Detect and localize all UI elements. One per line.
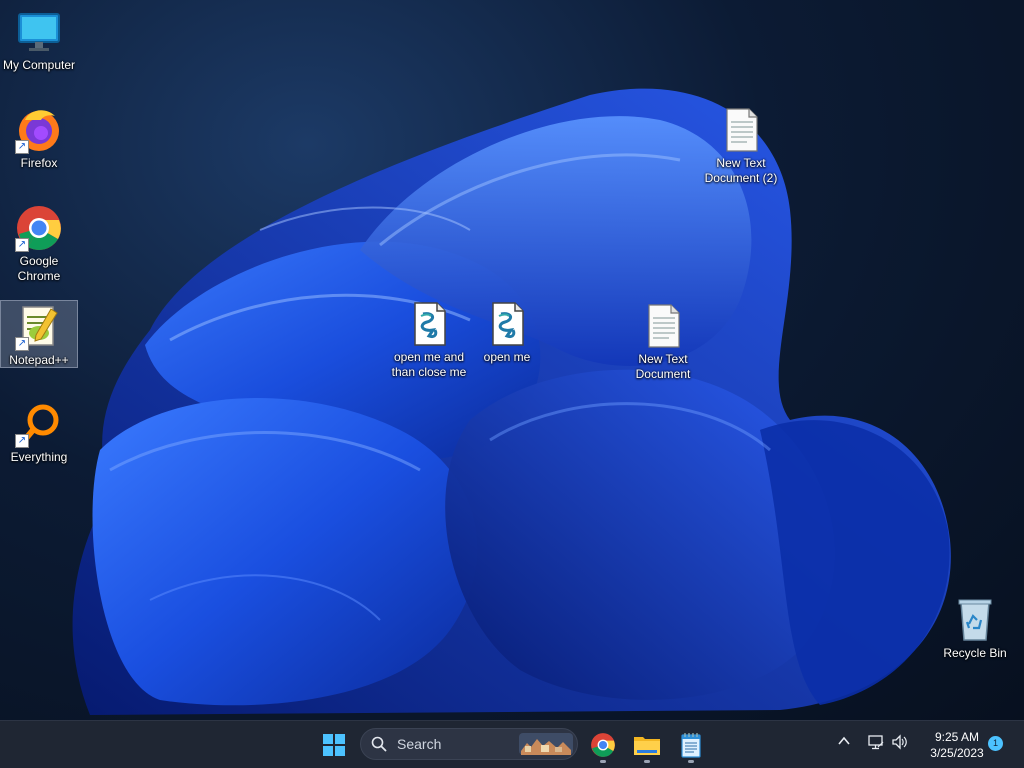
network-icon bbox=[868, 735, 884, 750]
desktop-icon-notepad-plus-plus[interactable]: ↗ Notepad++ bbox=[0, 300, 78, 368]
desktop-icon-recycle-bin[interactable]: Recycle Bin bbox=[936, 594, 1014, 663]
script-file-icon bbox=[405, 300, 453, 348]
notification-badge[interactable]: 1 bbox=[988, 736, 1003, 751]
everything-search-icon: ↗ bbox=[15, 400, 63, 448]
desktop-icon-label: Recycle Bin bbox=[943, 646, 1007, 660]
running-indicator bbox=[644, 760, 650, 763]
network-button[interactable] bbox=[867, 733, 885, 756]
desktop-icon-label: Google Chrome bbox=[17, 254, 61, 283]
desktop-icon-everything[interactable]: ↗ Everything bbox=[0, 398, 78, 467]
taskbar-clock[interactable]: 9:25 AM 3/25/2023 bbox=[920, 729, 994, 761]
show-hidden-icons-button[interactable] bbox=[836, 733, 852, 754]
file-explorer-icon bbox=[634, 737, 660, 755]
desktop-icon-label: open me and than close me bbox=[391, 350, 467, 379]
shortcut-arrow-icon: ↗ bbox=[15, 337, 29, 351]
script-file-icon bbox=[483, 300, 531, 348]
start-icon bbox=[323, 734, 345, 756]
taskbar-file-explorer-button[interactable] bbox=[629, 727, 665, 763]
desktop-icon-new-text-document[interactable]: New Text Document bbox=[624, 300, 702, 384]
text-file-icon bbox=[717, 106, 765, 154]
running-indicator bbox=[688, 760, 694, 763]
desktop-icon-label: Everything bbox=[10, 450, 68, 464]
desktop-icon-new-text-document-2[interactable]: New Text Document (2) bbox=[700, 104, 782, 188]
desktop-icon-label: open me bbox=[483, 350, 531, 364]
clock-date: 3/25/2023 bbox=[930, 746, 984, 760]
taskbar: Search 9:25 AM 3/25/2023 bbox=[0, 720, 1024, 768]
running-indicator bbox=[600, 760, 606, 763]
volume-button[interactable] bbox=[891, 733, 909, 756]
search-highlight-image-icon bbox=[519, 733, 573, 755]
taskbar-notepad-button[interactable] bbox=[673, 727, 709, 763]
firefox-icon: ↗ bbox=[15, 106, 63, 154]
desktop-icon-google-chrome[interactable]: ↗ Google Chrome bbox=[0, 202, 78, 286]
desktop-icon-label: New Text Document bbox=[635, 352, 691, 381]
taskbar-chrome-button[interactable] bbox=[585, 727, 621, 763]
chevron-up-icon bbox=[838, 736, 850, 745]
desktop[interactable]: My Computer ↗ Firefox ↗ Google Chrome ↗ … bbox=[0, 0, 1024, 720]
chrome-icon bbox=[591, 733, 615, 757]
notepad-plus-plus-icon: ↗ bbox=[15, 303, 63, 351]
chrome-icon: ↗ bbox=[15, 204, 63, 252]
search-icon bbox=[371, 736, 387, 752]
text-file-icon bbox=[639, 302, 687, 350]
shortcut-arrow-icon: ↗ bbox=[15, 238, 29, 252]
clock-time: 9:25 AM bbox=[934, 730, 980, 744]
taskbar-search-box[interactable]: Search bbox=[360, 728, 578, 760]
desktop-icon-label: My Computer bbox=[2, 58, 76, 72]
desktop-icon-my-computer[interactable]: My Computer bbox=[0, 6, 78, 75]
desktop-icon-label: New Text Document (2) bbox=[704, 156, 778, 185]
notepad-icon bbox=[681, 733, 701, 758]
speaker-icon bbox=[892, 734, 907, 750]
desktop-icon-label: Notepad++ bbox=[9, 353, 69, 367]
monitor-icon bbox=[15, 8, 63, 56]
start-button[interactable] bbox=[316, 727, 352, 763]
desktop-icon-open-me[interactable]: open me bbox=[468, 298, 546, 367]
shortcut-arrow-icon: ↗ bbox=[15, 140, 29, 154]
desktop-icon-firefox[interactable]: ↗ Firefox bbox=[0, 104, 78, 173]
search-placeholder: Search bbox=[397, 736, 442, 752]
shortcut-arrow-icon: ↗ bbox=[15, 434, 29, 448]
recycle-bin-icon bbox=[951, 596, 999, 644]
desktop-icon-open-me-and-than-close-me[interactable]: open me and than close me bbox=[390, 298, 468, 382]
desktop-icon-label: Firefox bbox=[20, 156, 58, 170]
